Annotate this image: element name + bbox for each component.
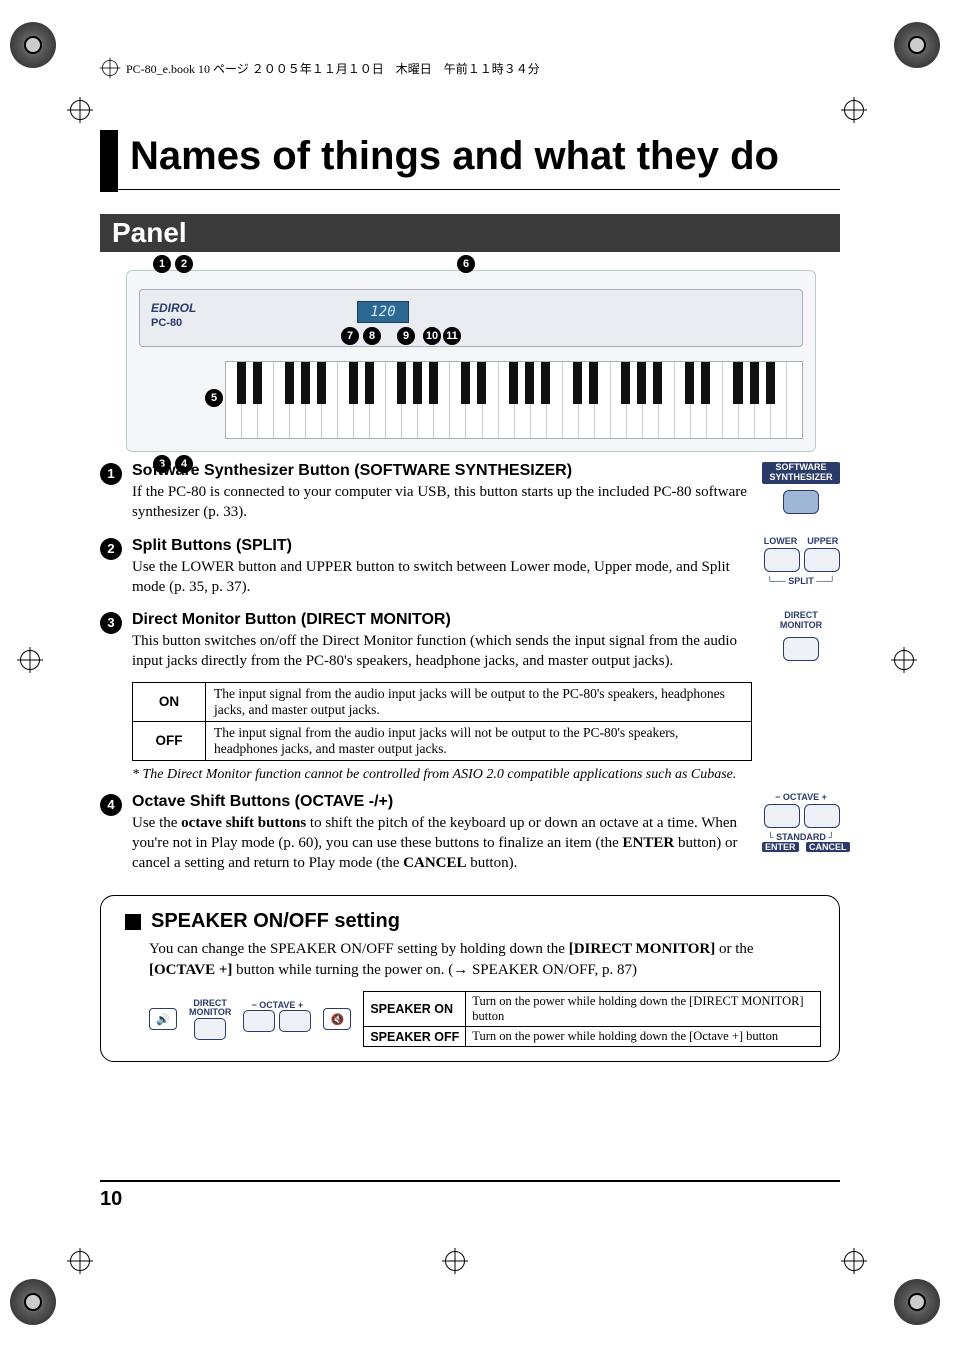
icon-label: − OCTAVE +: [762, 793, 840, 803]
item-title: Split Buttons (SPLIT): [132, 537, 750, 555]
crop-mark-icon: [844, 1251, 884, 1271]
crop-mark-icon: [70, 1251, 110, 1271]
page-title: Names of things and what they do: [130, 130, 840, 179]
table-header: SPEAKER ON: [364, 992, 466, 1027]
octave-shift-buttons-icon: − OCTAVE + └ STANDARD ┘ ENTER CANCEL: [762, 793, 840, 854]
crop-mark-icon: [102, 60, 118, 76]
lcd-display: 120: [357, 301, 409, 323]
running-header: PC-80_e.book 10 ページ ２００５年１１月１０日 木曜日 午前１１…: [100, 58, 540, 78]
piano-keys: [225, 361, 803, 439]
callout-6: 6: [457, 255, 475, 273]
item-number: 4: [100, 794, 122, 816]
table-cell: The input signal from the audio input ja…: [206, 682, 752, 721]
section-heading-panel: Panel: [100, 214, 840, 252]
item-text: If the PC-80 is connected to your comput…: [132, 482, 750, 523]
table-cell: The input signal from the audio input ja…: [206, 721, 752, 760]
crop-mark-icon: [844, 100, 884, 120]
icon-label: CANCEL: [806, 842, 850, 852]
table-row: ON The input signal from the audio input…: [133, 682, 752, 721]
direct-monitor-button-icon: DIRECT MONITOR: [762, 611, 840, 666]
callout-5: 5: [205, 389, 223, 407]
header-text: PC-80_e.book 10 ページ ２００５年１１月１０日 木曜日 午前１１…: [126, 60, 540, 77]
print-mark-icon: [894, 22, 944, 72]
table-row: SPEAKER OFF Turn on the power while hold…: [364, 1027, 821, 1047]
speaker-table: SPEAKER ON Turn on the power while holdi…: [363, 991, 821, 1047]
icon-label: ENTER: [762, 842, 799, 852]
item-title: Direct Monitor Button (DIRECT MONITOR): [132, 611, 750, 629]
callout-1: 1: [153, 255, 171, 273]
model-label: PC-80: [151, 317, 182, 329]
speaker-title: SPEAKER ON/OFF setting: [151, 910, 400, 933]
table-row: SPEAKER ON Turn on the power while holdi…: [364, 992, 821, 1027]
print-mark-icon: [10, 1279, 60, 1329]
speaker-text: You can change the SPEAKER ON/OFF settin…: [149, 939, 821, 981]
item-text: Use the octave shift buttons to shift th…: [132, 813, 750, 874]
icon-label: SYNTHESIZER: [764, 473, 838, 483]
table-header: SPEAKER OFF: [364, 1027, 466, 1047]
speaker-off-icon: 🔇: [323, 1008, 351, 1030]
callout-7: 7: [341, 327, 359, 345]
table-row: OFF The input signal from the audio inpu…: [133, 721, 752, 760]
icon-label: UPPER: [807, 536, 838, 546]
item-1: 1 Software Synthesizer Button (SOFTWARE …: [100, 462, 840, 527]
table-header: ON: [133, 682, 206, 721]
speaker-setting-box: SPEAKER ON/OFF setting You can change th…: [100, 895, 840, 1062]
crop-mark-icon: [70, 100, 110, 120]
octave-mini-icon: − OCTAVE +: [243, 1001, 311, 1037]
item-3: 3 Direct Monitor Button (DIRECT MONITOR)…: [100, 611, 840, 676]
item-text: Use the LOWER button and UPPER button to…: [132, 557, 750, 598]
crop-mark-icon: [894, 650, 934, 670]
split-buttons-icon: LOWER UPPER └── SPLIT ──┘: [762, 537, 840, 588]
brand-label: EDIROL: [151, 301, 196, 315]
item-title: Octave Shift Buttons (OCTAVE -/+): [132, 793, 750, 811]
callout-9: 9: [397, 327, 415, 345]
crop-mark-icon: [445, 1251, 485, 1271]
item-4: 4 Octave Shift Buttons (OCTAVE -/+) Use …: [100, 793, 840, 878]
print-mark-icon: [894, 1279, 944, 1329]
table-header: OFF: [133, 721, 206, 760]
item-2: 2 Split Buttons (SPLIT) Use the LOWER bu…: [100, 537, 840, 602]
item-number: 3: [100, 612, 122, 634]
page: PC-80_e.book 10 ページ ２００５年１１月１０日 木曜日 午前１１…: [0, 0, 954, 1351]
callout-10: 10: [423, 327, 441, 345]
chapter-tab: [100, 130, 118, 192]
divider: [100, 189, 840, 190]
direct-monitor-table: ON The input signal from the audio input…: [132, 682, 752, 761]
software-synth-button-icon: SOFTWARE SYNTHESIZER: [762, 462, 840, 519]
keyboard-panel: [139, 289, 803, 347]
content: Names of things and what they do Panel E…: [100, 130, 840, 1062]
callout-2: 2: [175, 255, 193, 273]
direct-monitor-mini-icon: DIRECTMONITOR: [189, 999, 231, 1040]
square-bullet-icon: [125, 914, 141, 930]
keyboard-figure: EDIROL PC-80 120 1 2 3 4 5 6 7: [126, 270, 816, 452]
icon-label: MONITOR: [762, 621, 840, 631]
item-text: This button switches on/off the Direct M…: [132, 631, 750, 672]
crop-mark-icon: [20, 650, 60, 670]
table-cell: Turn on the power while holding down the…: [466, 1027, 821, 1047]
footnote: * The Direct Monitor function cannot be …: [132, 767, 840, 783]
icon-label: STANDARD: [776, 832, 826, 842]
speaker-controls-row: 🔊 DIRECTMONITOR − OCTAVE + 🔇 SPEAKER ON: [149, 991, 821, 1047]
print-mark-icon: [10, 22, 60, 72]
table-cell: Turn on the power while holding down the…: [466, 992, 821, 1027]
item-number: 1: [100, 463, 122, 485]
callout-8: 8: [363, 327, 381, 345]
icon-label: LOWER: [764, 536, 798, 546]
icon-label: SPLIT: [788, 576, 814, 586]
item-number: 2: [100, 538, 122, 560]
speaker-on-icon: 🔊: [149, 1008, 177, 1030]
callout-11: 11: [443, 327, 461, 345]
item-title: Software Synthesizer Button (SOFTWARE SY…: [132, 462, 750, 480]
page-number: 10: [100, 1180, 840, 1211]
